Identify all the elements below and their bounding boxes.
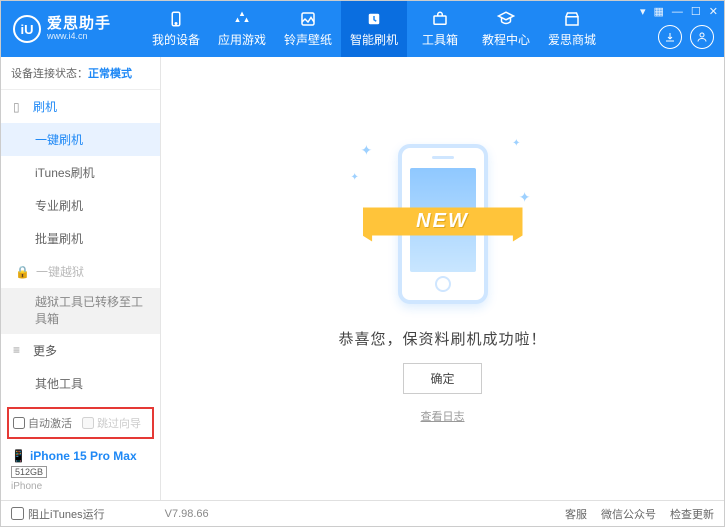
close-icon[interactable]: ✕ [709, 5, 718, 18]
sidebar-item-other-tools[interactable]: 其他工具 [1, 367, 160, 400]
nav-label: 爱思商城 [548, 31, 596, 48]
skip-setup-checkbox[interactable]: 跳过向导 [82, 415, 141, 431]
footer-link-support[interactable]: 客服 [565, 506, 587, 522]
view-log-link[interactable]: 查看日志 [421, 408, 465, 424]
tutorial-icon [496, 10, 516, 28]
flash-icon [364, 10, 384, 28]
apps-icon [232, 10, 252, 28]
device-name: iPhone 15 Pro Max [30, 449, 137, 463]
store-icon [562, 10, 582, 28]
jailbreak-note: 越狱工具已转移至工具箱 [1, 288, 160, 334]
download-button[interactable] [658, 25, 682, 49]
device-type: iPhone [11, 481, 150, 492]
checkbox-label: 自动激活 [28, 415, 72, 431]
lock-icon: 🔒 [15, 265, 30, 279]
status-label: 设备连接状态： [11, 68, 88, 80]
nav-label: 工具箱 [422, 31, 458, 48]
nav-label: 我的设备 [152, 31, 200, 48]
device-icon: 📱 [11, 449, 26, 463]
activation-options: 自动激活 跳过向导 [7, 407, 154, 439]
section-label: 刷机 [33, 98, 57, 115]
sidebar: 设备连接状态：正常模式 ▯ 刷机 一键刷机 iTunes刷机 专业刷机 批量刷机… [1, 57, 161, 500]
sidebar-item-download-firmware[interactable]: 下载固件 [1, 400, 160, 405]
main-content: ✦ ✦ ✦ ✦ NEW 恭喜您，保资料刷机成功啦！ 确定 查看日志 [161, 57, 724, 500]
nav-store[interactable]: 爱思商城 [539, 1, 605, 57]
device-icon [166, 10, 186, 28]
sidebar-item-itunes-flash[interactable]: iTunes刷机 [1, 156, 160, 189]
nav-label: 教程中心 [482, 31, 530, 48]
footer-link-update[interactable]: 检查更新 [670, 506, 714, 522]
nav-tutorials[interactable]: 教程中心 [473, 1, 539, 57]
nav-label: 智能刷机 [350, 31, 398, 48]
section-label: 一键越狱 [36, 263, 84, 280]
minimize-icon[interactable]: ― [672, 6, 683, 18]
sidebar-section-more[interactable]: ≡ 更多 [1, 334, 160, 367]
logo: iU 爱思助手 www.i4.cn [1, 15, 123, 43]
nav-label: 应用游戏 [218, 31, 266, 48]
nav-label: 铃声壁纸 [284, 31, 332, 48]
auto-activate-checkbox[interactable]: 自动激活 [13, 415, 72, 431]
nav-flash[interactable]: 智能刷机 [341, 1, 407, 57]
version-label: V7.98.66 [165, 508, 209, 520]
phone-icon: ▯ [13, 100, 27, 114]
sidebar-item-pro-flash[interactable]: 专业刷机 [1, 189, 160, 222]
sidebar-section-flash[interactable]: ▯ 刷机 [1, 90, 160, 123]
new-banner: NEW [363, 202, 523, 242]
user-button[interactable] [690, 25, 714, 49]
app-header: iU 爱思助手 www.i4.cn 我的设备 应用游戏 铃声壁纸 [1, 1, 724, 57]
sidebar-section-jailbreak: 🔒 一键越狱 [1, 255, 160, 288]
ok-button[interactable]: 确定 [403, 363, 481, 394]
nav-toolbox[interactable]: 工具箱 [407, 1, 473, 57]
status-value: 正常模式 [88, 68, 132, 80]
checkbox-label: 阻止iTunes运行 [28, 506, 105, 522]
nav-apps[interactable]: 应用游戏 [209, 1, 275, 57]
top-nav: 我的设备 应用游戏 铃声壁纸 智能刷机 工具箱 [143, 1, 605, 57]
success-message: 恭喜您，保资料刷机成功啦！ [338, 328, 546, 349]
menu-icon[interactable]: ▾ [640, 5, 646, 18]
device-status: 设备连接状态：正常模式 [1, 57, 160, 90]
status-footer: 阻止iTunes运行 V7.98.66 客服 微信公众号 检查更新 [1, 500, 724, 526]
logo-icon: iU [13, 15, 41, 43]
logo-title: 爱思助手 [47, 16, 111, 33]
skin-icon[interactable]: ▦ [654, 5, 664, 18]
connected-device[interactable]: 📱 iPhone 15 Pro Max 512GB iPhone [1, 443, 160, 500]
sparkle-icon: ✦ [351, 172, 359, 183]
nav-my-device[interactable]: 我的设备 [143, 1, 209, 57]
sidebar-item-oneclick-flash[interactable]: 一键刷机 [1, 123, 160, 156]
sparkle-icon: ✦ [361, 142, 373, 159]
logo-subtitle: www.i4.cn [47, 32, 111, 42]
sidebar-item-batch-flash[interactable]: 批量刷机 [1, 222, 160, 255]
sparkle-icon: ✦ [512, 138, 520, 149]
wallpaper-icon [298, 10, 318, 28]
nav-ringtones[interactable]: 铃声壁纸 [275, 1, 341, 57]
block-itunes-checkbox[interactable]: 阻止iTunes运行 [11, 506, 105, 522]
toolbox-icon [430, 10, 450, 28]
maximize-icon[interactable]: ☐ [691, 5, 701, 18]
footer-link-wechat[interactable]: 微信公众号 [601, 506, 656, 522]
more-icon: ≡ [13, 343, 27, 357]
checkbox-label: 跳过向导 [97, 415, 141, 431]
window-controls: ▾ ▦ ― ☐ ✕ [640, 5, 718, 18]
success-illustration: ✦ ✦ ✦ ✦ NEW [353, 134, 533, 314]
section-label: 更多 [33, 342, 57, 359]
sparkle-icon: ✦ [519, 189, 531, 206]
device-storage: 512GB [11, 466, 47, 478]
